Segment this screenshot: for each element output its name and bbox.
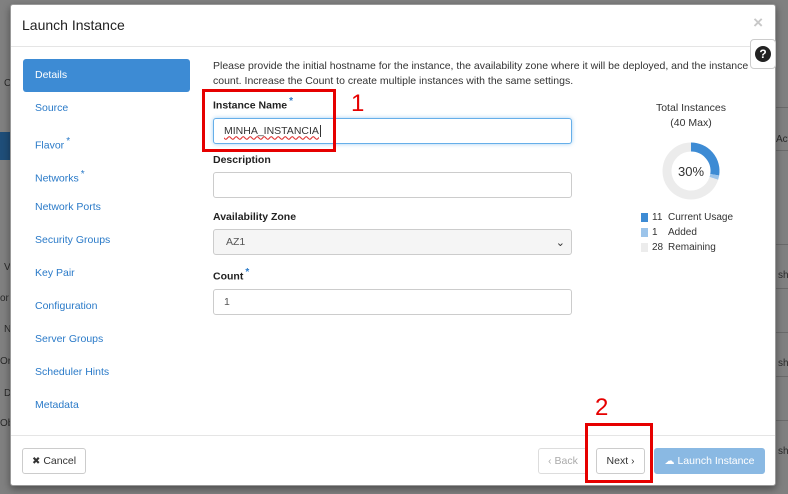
legend-value: 1 — [652, 227, 658, 238]
nav-item-network-ports[interactable]: Network Ports — [23, 191, 190, 224]
details-content: Please provide the initial hostname for … — [213, 59, 753, 89]
availability-zone-select[interactable]: AZ1 ⌄ — [213, 229, 572, 255]
chevron-left-icon: ‹ — [548, 455, 552, 467]
description-label: Description — [213, 154, 271, 166]
legend-value: 28 — [652, 242, 664, 253]
instances-quota-chart: Total Instances (40 Max) 30% — [629, 101, 753, 201]
background-bar — [0, 132, 10, 160]
required-marker: * — [66, 136, 71, 147]
chevron-down-icon: ⌄ — [555, 236, 565, 249]
nav-item-security-groups[interactable]: Security Groups — [23, 224, 190, 257]
count-label-text: Count — [213, 270, 244, 283]
required-marker: * — [80, 169, 85, 180]
background-divider — [776, 107, 788, 108]
background-divider — [776, 420, 788, 421]
nav-item-label: Configuration — [35, 300, 98, 312]
modal-title: Launch Instance — [22, 17, 125, 33]
background-text: sho — [778, 358, 788, 369]
background-divider — [776, 288, 788, 289]
background-text: sho — [778, 270, 788, 281]
count-label: Count * — [213, 267, 573, 283]
nav-item-key-pair[interactable]: Key Pair — [23, 257, 190, 290]
annotation-highlight-box — [202, 89, 336, 152]
back-label: Back — [554, 455, 578, 467]
description-group: Description — [213, 154, 573, 198]
background-divider — [776, 244, 788, 245]
cancel-label: Cancel — [43, 455, 77, 467]
availability-zone-label: Availability Zone — [213, 211, 297, 223]
nav-item-label: Source — [35, 102, 69, 114]
nav-item-label: Key Pair — [35, 267, 75, 279]
wizard-nav: Details Source Flavor * Networks * Network… — [23, 59, 190, 422]
background-text: Acti — [776, 134, 788, 145]
modal-header: Launch Instance × — [11, 5, 775, 47]
chart-subtitle: (40 Max) — [670, 117, 712, 129]
legend-label: Current Usage — [668, 212, 734, 223]
availability-zone-group: Availability Zone AZ1 ⌄ — [213, 211, 573, 255]
nav-item-label: Networks — [35, 172, 79, 185]
nav-item-label: Server Groups — [35, 333, 104, 345]
nav-item-label: Scheduler Hints — [35, 366, 110, 378]
background-divider — [776, 332, 788, 333]
legend-row-added: 1 Added — [641, 225, 733, 240]
legend-row-current-usage: 11 Current Usage — [641, 210, 733, 225]
count-group: Count * 1 — [213, 267, 573, 315]
nav-item-metadata[interactable]: Metadata — [23, 389, 190, 422]
launch-label: Launch Instance — [677, 455, 755, 467]
legend-row-remaining: 28 Remaining — [641, 240, 733, 255]
nav-item-source[interactable]: Source — [23, 92, 190, 125]
background-divider — [776, 376, 788, 377]
background-divider — [776, 150, 788, 151]
details-help-text: Please provide the initial hostname for … — [213, 60, 749, 87]
legend-value: 11 — [652, 212, 663, 223]
legend-swatch — [641, 228, 648, 237]
nav-item-networks[interactable]: Networks * — [23, 158, 190, 191]
annotation-number: 1 — [351, 90, 365, 117]
legend-swatch — [641, 213, 648, 222]
nav-item-flavor[interactable]: Flavor * — [23, 125, 190, 158]
chart-legend: 11 Current Usage 1 Added 28 Remaining — [641, 210, 733, 255]
close-icon[interactable]: × — [753, 13, 763, 33]
nav-item-label: Details — [35, 69, 68, 81]
back-button[interactable]: ‹ Back — [538, 448, 588, 474]
annotation-number: 2 — [595, 394, 609, 421]
legend-label: Remaining — [668, 242, 716, 253]
cancel-button[interactable]: ✖ Cancel — [22, 448, 86, 474]
nav-item-label: Flavor — [35, 139, 65, 152]
nav-item-configuration[interactable]: Configuration — [23, 290, 190, 323]
legend-swatch — [641, 243, 648, 252]
launch-instance-button[interactable]: ☁ Launch Instance — [654, 448, 765, 474]
annotation-highlight-box — [585, 423, 653, 483]
donut-center-label: 30% — [677, 163, 705, 179]
chart-title: Total Instances — [655, 102, 727, 114]
nav-item-details[interactable]: Details — [23, 59, 190, 92]
cloud-upload-icon: ☁ — [664, 455, 675, 467]
donut-chart: 30% — [661, 141, 721, 201]
background-text: or — [0, 293, 9, 304]
availability-zone-value: AZ1 — [226, 236, 246, 248]
description-input[interactable] — [213, 172, 572, 198]
question-icon: ? — [755, 46, 771, 62]
required-marker: * — [245, 267, 250, 278]
background-text: sho — [778, 446, 788, 457]
nav-item-label: Security Groups — [35, 234, 111, 246]
help-button[interactable]: ? — [750, 39, 776, 69]
nav-item-label: Network Ports — [35, 201, 101, 213]
nav-item-label: Metadata — [35, 399, 79, 411]
count-input[interactable]: 1 — [213, 288, 572, 315]
close-icon: ✖ — [31, 455, 41, 467]
nav-item-scheduler-hints[interactable]: Scheduler Hints — [23, 356, 190, 389]
launch-instance-modal: Launch Instance × Details Source Flavor *… — [10, 4, 776, 486]
nav-item-server-groups[interactable]: Server Groups — [23, 323, 190, 356]
modal-footer: ✖ Cancel ‹ Back Next › ☁ Launch Instance — [11, 435, 775, 487]
legend-label: Added — [668, 227, 697, 238]
